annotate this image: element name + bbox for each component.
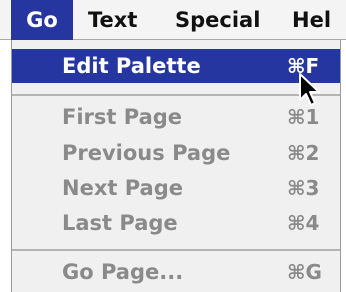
menu-item-label: Next Page	[62, 176, 183, 200]
menu-item-shortcut: ⌘4	[287, 211, 320, 235]
menu-special[interactable]: Special	[175, 0, 260, 40]
menu-item-first-page[interactable]: First Page ⌘1	[12, 100, 340, 134]
menu-item-shortcut: ⌘2	[287, 141, 320, 165]
menu-item-previous-page[interactable]: Previous Page ⌘2	[12, 136, 340, 170]
menu-item-label: Last Page	[62, 211, 178, 235]
menu-separator	[12, 94, 340, 96]
menu-bar: Go Text Special Hel	[0, 0, 346, 40]
menu-item-label: Previous Page	[62, 141, 231, 165]
menu-help[interactable]: Hel	[292, 0, 331, 40]
menu-item-go-page[interactable]: Go Page... ⌘G	[12, 255, 340, 289]
menu-item-shortcut: ⌘G	[287, 260, 322, 284]
menu-item-edit-palette[interactable]: Edit Palette ⌘F	[12, 49, 340, 83]
menu-separator	[12, 249, 340, 251]
menu-item-label: Edit Palette	[62, 54, 201, 78]
menu-item-shortcut: ⌘3	[287, 176, 320, 200]
menu-item-last-page[interactable]: Last Page ⌘4	[12, 206, 340, 240]
menu-item-next-page[interactable]: Next Page ⌘3	[12, 171, 340, 205]
menu-item-label: First Page	[62, 105, 183, 129]
arrow-cursor-icon	[299, 73, 320, 106]
menu-go[interactable]: Go	[11, 0, 73, 40]
menu-item-label: Go Page...	[62, 260, 184, 284]
menu-text[interactable]: Text	[88, 0, 137, 40]
go-menu-dropdown: Edit Palette ⌘F First Page ⌘1 Previous P…	[11, 40, 341, 292]
